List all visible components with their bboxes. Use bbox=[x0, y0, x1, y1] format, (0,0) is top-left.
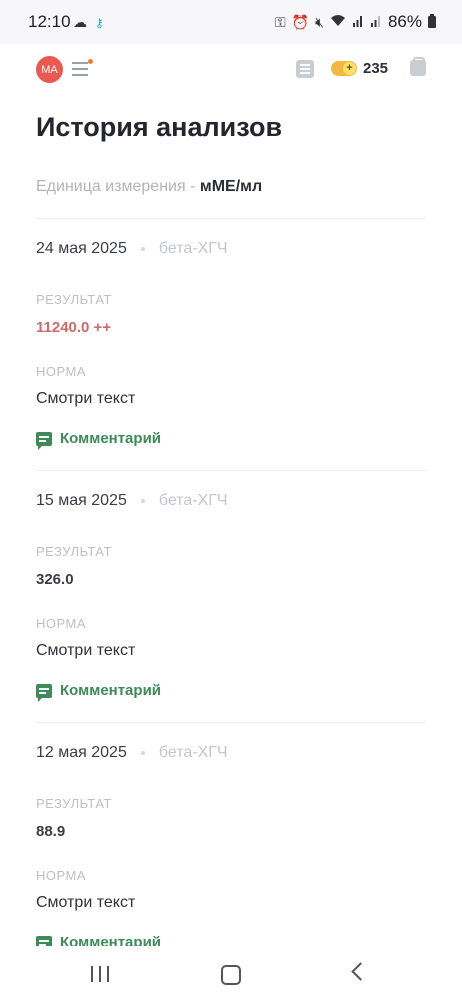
norm-label: НОРМА bbox=[36, 868, 87, 883]
comment-label: Комментарий bbox=[60, 934, 162, 946]
units-label: Единица измерения - bbox=[36, 178, 200, 195]
norm-value: Смотри текст bbox=[36, 642, 136, 659]
separator-dot bbox=[140, 499, 145, 503]
analysis-entry: 24 мая 2025 бета-ХГЧ РЕЗУЛЬТАТ 11240.0 +… bbox=[36, 240, 426, 460]
key-icon: ⚷ bbox=[95, 15, 104, 30]
coin-count: 235 bbox=[363, 60, 389, 77]
vpn-key-icon: ⚿ bbox=[275, 13, 286, 30]
entry-date: 12 мая 2025 bbox=[36, 744, 127, 761]
analysis-entry: 12 мая 2025 бета-ХГЧ РЕЗУЛЬТАТ 88.9 НОРМ… bbox=[36, 744, 426, 946]
comment-link[interactable]: Комментарий bbox=[36, 430, 162, 450]
norm-label: НОРМА bbox=[36, 616, 87, 631]
comment-icon bbox=[36, 431, 52, 450]
list-icon[interactable] bbox=[296, 60, 314, 78]
system-nav-bar bbox=[0, 946, 462, 1000]
battery-icon bbox=[428, 13, 436, 31]
norm-label: НОРМА bbox=[36, 364, 87, 379]
coin-plus-icon[interactable]: + bbox=[331, 61, 357, 76]
result-value: 326.0 bbox=[36, 571, 74, 588]
page-title: История анализов bbox=[36, 112, 283, 142]
mute-icon: 🔇︎ bbox=[315, 13, 324, 30]
comment-icon bbox=[36, 683, 52, 702]
units-row: Единица измерения - мМЕ/мл bbox=[36, 178, 262, 196]
entry-test-name: бета-ХГЧ bbox=[158, 744, 228, 761]
status-time: 12:10 bbox=[28, 12, 71, 31]
analysis-entry: 15 мая 2025 бета-ХГЧ РЕЗУЛЬТАТ 326.0 НОР… bbox=[36, 492, 426, 712]
entry-header: 15 мая 2025 бета-ХГЧ bbox=[36, 492, 426, 510]
separator-dot bbox=[140, 247, 145, 251]
comment-link[interactable]: Комментарий bbox=[36, 682, 162, 702]
alarm-icon: ⏰ bbox=[291, 13, 310, 30]
entry-header: 24 мая 2025 бета-ХГЧ bbox=[36, 240, 426, 258]
app-header: MA + 235 bbox=[0, 44, 462, 96]
status-bar: 12:10 ☁ ⚷ ⚿ ⏰ 🔇︎ 86% bbox=[0, 0, 462, 44]
entry-test-name: бета-ХГЧ bbox=[158, 240, 228, 257]
comment-label: Комментарий bbox=[60, 430, 162, 447]
entry-date: 24 мая 2025 bbox=[36, 240, 127, 257]
divider bbox=[36, 470, 426, 471]
avatar[interactable]: MA bbox=[36, 56, 63, 83]
signal-icon bbox=[352, 14, 364, 30]
norm-value: Смотри текст bbox=[36, 894, 136, 911]
result-label: РЕЗУЛЬТАТ bbox=[36, 544, 112, 559]
comment-icon bbox=[36, 935, 52, 946]
status-left-icons: ☁ ⚷ bbox=[73, 14, 104, 31]
divider bbox=[36, 722, 426, 723]
cloud-icon: ☁ bbox=[73, 14, 87, 30]
comment-label: Комментарий bbox=[60, 682, 162, 699]
entry-header: 12 мая 2025 бета-ХГЧ bbox=[36, 744, 426, 762]
notification-dot bbox=[88, 59, 93, 64]
battery-percent: 86% bbox=[387, 12, 422, 31]
comment-link[interactable]: Комментарий bbox=[36, 934, 161, 946]
norm-value: Смотри текст bbox=[36, 390, 136, 407]
home-icon[interactable] bbox=[221, 965, 241, 985]
recent-apps-icon[interactable] bbox=[91, 966, 109, 982]
bag-icon[interactable] bbox=[410, 57, 426, 76]
entry-date: 15 мая 2025 bbox=[36, 492, 127, 509]
coins-widget[interactable]: + 235 bbox=[331, 60, 388, 77]
status-right: ⚿ ⏰ 🔇︎ 86% bbox=[275, 12, 436, 32]
signal-icon bbox=[370, 14, 382, 30]
separator-dot bbox=[140, 751, 145, 755]
result-value: 11240.0 ++ bbox=[36, 319, 112, 336]
back-icon[interactable] bbox=[351, 962, 370, 981]
divider bbox=[36, 218, 426, 219]
entry-test-name: бета-ХГЧ bbox=[158, 492, 228, 509]
menu-icon[interactable] bbox=[72, 62, 90, 76]
result-label: РЕЗУЛЬТАТ bbox=[36, 292, 112, 307]
result-label: РЕЗУЛЬТАТ bbox=[36, 796, 112, 811]
result-value: 88.9 bbox=[36, 823, 66, 840]
wifi-icon bbox=[330, 14, 346, 30]
units-value: мМЕ/мл bbox=[199, 178, 263, 195]
